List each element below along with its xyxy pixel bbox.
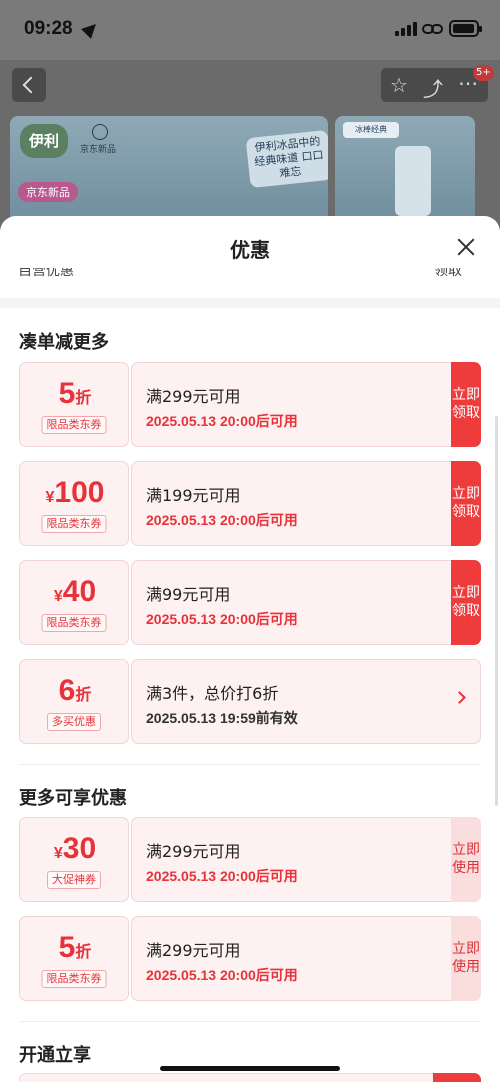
coupon-value-panel: ¥30 大促神券: [19, 817, 129, 902]
promotion-detail-panel: 满3件，总价打6折 2025.05.13 19:59前有效: [131, 659, 481, 744]
section-separator: [0, 298, 500, 308]
coupon-type-tag: 限品类东券: [41, 515, 107, 533]
notification-badge: 5+: [473, 65, 494, 81]
coupon-value-panel: 5折 限品类东券: [19, 362, 129, 447]
coupon-type-tag: 限品类东券: [41, 614, 107, 632]
promotion-amount: 6折: [58, 674, 92, 707]
banner-slogan: 伊利冰品中的经典味道 口口难忘: [245, 129, 328, 189]
claim-coupon-button[interactable]: 立即 领取: [451, 461, 481, 546]
coupon-condition: 满299元可用: [146, 387, 241, 406]
promotion-time: 2025.05.13 19:59前有效: [146, 710, 298, 726]
jd-new-logo-icon: [92, 124, 108, 140]
back-button[interactable]: [12, 68, 46, 102]
coupon-card[interactable]: ¥40 限品类东券 满99元可用 2025.05.13 20:00后可用 立即领…: [19, 560, 481, 645]
coupon-condition: 满299元可用: [146, 842, 241, 861]
coupon-card[interactable]: 5折 限品类东券 满299元可用 2025.05.13 20:00后可用 已领 …: [19, 916, 481, 1001]
section-title-membership: 开通立享: [19, 1045, 91, 1066]
coupon-time: 2025.05.13 20:00后可用: [146, 413, 298, 429]
coupon-time: 2025.05.13 20:00后可用: [146, 868, 298, 884]
battery-icon: [449, 20, 482, 37]
coupon-time: 2025.05.13 20:00后可用: [146, 967, 298, 983]
coupon-detail-panel: 满299元可用 2025.05.13 20:00后可用 已领: [131, 817, 481, 902]
jd-new-tag: 京东新品: [18, 182, 78, 202]
product-top-bar: ☆ ⤴ ⋯: [0, 60, 500, 110]
coupon-condition: 满99元可用: [146, 585, 231, 604]
coupon-value-panel: ¥40 限品类东券: [19, 560, 129, 645]
section-title-more-discounts: 更多可享优惠: [19, 788, 127, 809]
toolbar-pill: ☆ ⤴ ⋯: [381, 68, 488, 102]
coupon-amount: ¥40: [53, 575, 97, 608]
signal-icon: [395, 22, 417, 36]
close-icon[interactable]: [455, 236, 477, 258]
coupon-detail-panel: 满299元可用 2025.05.13 20:00后可用: [131, 362, 481, 447]
coupon-amount: 5折: [58, 931, 92, 964]
jd-new-logo-text: 京东新品: [80, 145, 117, 155]
use-coupon-button[interactable]: 立即 使用: [451, 916, 481, 1001]
coupon-card[interactable]: ¥100 限品类东券 满199元可用 2025.05.13 20:00后可用 立…: [19, 461, 481, 546]
coupon-amount: 5折: [58, 377, 92, 410]
product-banner-secondary[interactable]: 冰棒经典: [335, 116, 475, 226]
clipped-row-action[interactable]: 领取: [434, 268, 462, 280]
promotion-value-panel: 6折 多买优惠: [19, 659, 129, 744]
coupon-time: 2025.05.13 20:00后可用: [146, 512, 298, 528]
clipped-row-label: 自营优惠: [18, 268, 74, 279]
coupon-type-tag: 限品类东券: [41, 416, 107, 434]
scrollbar[interactable]: [495, 416, 498, 806]
coupon-card[interactable]: ¥30 大促神券 满299元可用 2025.05.13 20:00后可用 已领 …: [19, 817, 481, 902]
coupon-value-panel: 5折 限品类东券: [19, 916, 129, 1001]
product-banner-main[interactable]: 伊利 京东新品 伊利冰品中的经典味道 口口难忘 京东新品: [10, 116, 328, 226]
coupon-amount: ¥100: [45, 476, 105, 509]
coupon-value-panel: ¥100 限品类东券: [19, 461, 129, 546]
membership-card-partial[interactable]: [19, 1073, 481, 1082]
claim-coupon-button[interactable]: 立即 领取: [451, 560, 481, 645]
promotion-card[interactable]: 6折 多买优惠 满3件，总价打6折 2025.05.13 19:59前有效: [19, 659, 481, 744]
share-icon[interactable]: ⤴: [423, 73, 443, 102]
section-title-coupons: 凑单减更多: [19, 332, 109, 353]
membership-card-button[interactable]: [433, 1073, 481, 1082]
claim-coupon-button[interactable]: 立即 领取: [451, 362, 481, 447]
discount-sheet: 优惠 自营优惠 领取 凑单减更多 5折 限品类东券 满299元可用 2025.0…: [0, 216, 500, 1082]
status-time: 09:28: [24, 18, 73, 39]
status-bar: 09:28: [0, 0, 500, 60]
promotion-type-tag: 多买优惠: [47, 713, 101, 731]
banner2-text: 冰棒经典: [343, 122, 399, 138]
coupon-type-tag: 大促神券: [47, 871, 101, 889]
product-pack-image: [395, 146, 431, 216]
coupon-detail-panel: 满299元可用 2025.05.13 20:00后可用 已领: [131, 916, 481, 1001]
promotion-condition: 满3件，总价打6折: [146, 684, 279, 703]
coupon-time: 2025.05.13 20:00后可用: [146, 611, 298, 627]
coupon-card[interactable]: 5折 限品类东券 满299元可用 2025.05.13 20:00后可用 立即领…: [19, 362, 481, 447]
coupon-type-tag: 限品类东券: [41, 970, 107, 988]
favorite-star-icon[interactable]: ☆: [390, 73, 408, 97]
section-divider: [19, 1021, 481, 1022]
yili-logo: 伊利: [20, 124, 68, 158]
hotspot-link-icon: [422, 22, 444, 36]
sheet-title: 优惠: [230, 238, 270, 262]
location-arrow-icon: [81, 19, 101, 39]
home-indicator[interactable]: [160, 1066, 340, 1071]
coupon-condition: 满299元可用: [146, 941, 241, 960]
coupon-condition: 满199元可用: [146, 486, 241, 505]
section-divider: [19, 764, 481, 765]
coupon-detail-panel: 满199元可用 2025.05.13 20:00后可用: [131, 461, 481, 546]
clipped-row: 自营优惠 领取: [0, 268, 500, 282]
coupon-amount: ¥30: [53, 832, 97, 865]
use-coupon-button[interactable]: 立即 使用: [451, 817, 481, 902]
coupon-detail-panel: 满99元可用 2025.05.13 20:00后可用: [131, 560, 481, 645]
